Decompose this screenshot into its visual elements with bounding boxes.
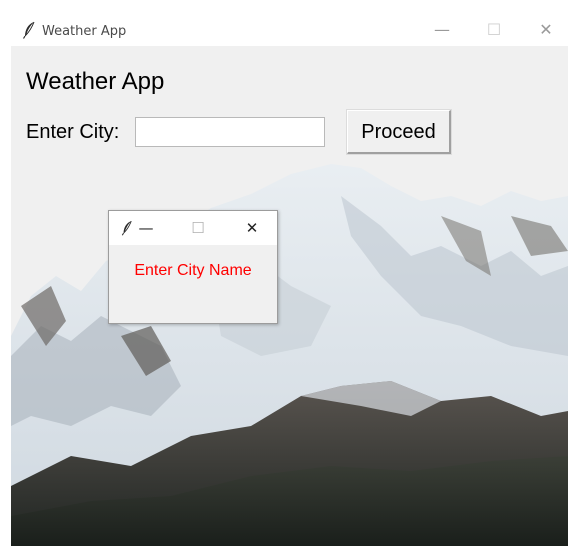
city-label: Enter City: [26, 121, 120, 143]
close-button[interactable]: ✕ [536, 20, 556, 40]
maximize-button[interactable]: ☐ [484, 20, 504, 40]
popup-title-bar[interactable]: — ☐ ✕ [109, 211, 277, 245]
proceed-button[interactable]: Proceed [347, 110, 451, 154]
main-window: Weather App — ☐ ✕ Weather App Enter City… [0, 0, 568, 546]
window-title: Weather App [42, 24, 127, 39]
window-client-area: Weather App Enter City: Proceed [11, 46, 568, 546]
popup-maximize-button[interactable]: ☐ [189, 218, 207, 238]
popup-message: Enter City Name [134, 262, 252, 279]
popup-minimize-button[interactable]: — [137, 218, 155, 238]
popup-close-button[interactable]: ✕ [243, 218, 261, 238]
title-bar[interactable]: Weather App — ☐ ✕ [0, 0, 568, 46]
feather-icon [22, 21, 35, 39]
city-input[interactable] [135, 117, 325, 147]
alert-popup-window: — ☐ ✕ Enter City Name [108, 210, 278, 324]
feather-icon [121, 220, 132, 236]
minimize-button[interactable]: — [432, 20, 452, 40]
mountain-background-image [11, 156, 568, 546]
app-heading: Weather App [26, 68, 165, 95]
